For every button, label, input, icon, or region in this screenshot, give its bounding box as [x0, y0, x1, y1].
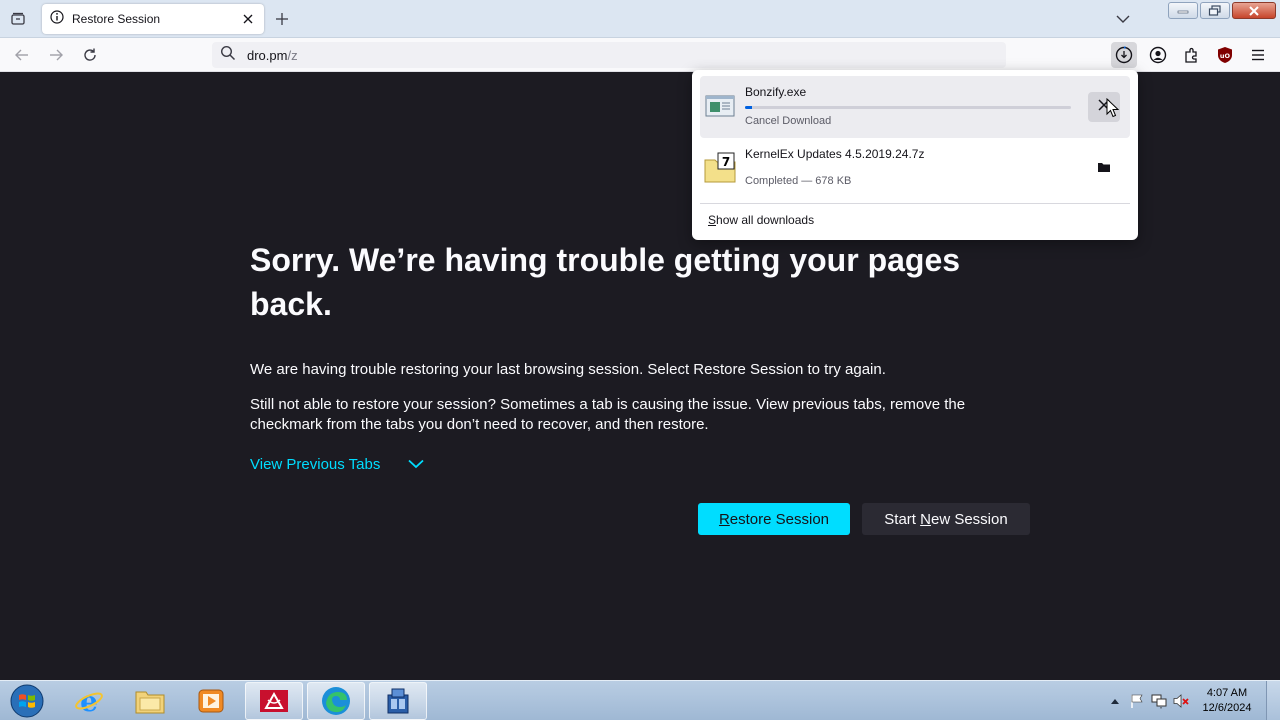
- view-previous-tabs-toggle[interactable]: View Previous Tabs: [250, 456, 424, 473]
- mouse-pointer-icon: [1106, 97, 1120, 123]
- clock-date: 12/6/2024: [1202, 702, 1252, 714]
- archive-7z-icon: 7: [704, 152, 736, 184]
- hamburger-menu-icon[interactable]: [1245, 42, 1271, 68]
- svg-text:7: 7: [722, 155, 730, 169]
- file-explorer-icon[interactable]: [121, 682, 179, 720]
- tab-bar: Restore Session: [0, 0, 1280, 38]
- new-session-label-post: ew Session: [930, 510, 1008, 528]
- navigation-toolbar: dro.pm/z uO: [0, 38, 1280, 72]
- acrobat-icon[interactable]: [245, 682, 303, 720]
- info-icon: [50, 9, 64, 29]
- download-status: Cancel Download: [745, 115, 832, 127]
- forward-arrow-icon[interactable]: [44, 43, 68, 67]
- view-previous-tabs-label: View Previous Tabs: [250, 456, 381, 473]
- executable-file-icon: [704, 90, 736, 122]
- download-status: Completed — 678 KB: [745, 175, 852, 187]
- download-filename: KernelEx Updates 4.5.2019.24.7z: [745, 147, 925, 161]
- url-bar[interactable]: dro.pm/z: [212, 42, 1006, 68]
- new-tab-plus-icon[interactable]: [272, 9, 292, 29]
- page-title: Sorry. We’re having trouble getting your…: [250, 242, 961, 322]
- downloads-panel: Bonzify.exe Cancel Download 7 KernelEx U…: [692, 70, 1138, 240]
- minimize-button[interactable]: [1168, 2, 1198, 19]
- restore-accesskey: R: [718, 510, 730, 528]
- clock[interactable]: 4:07 AM 12/6/2024: [1192, 686, 1262, 716]
- downloads-button[interactable]: [1111, 42, 1137, 68]
- new-session-accesskey: N: [920, 510, 931, 528]
- restore-down-button[interactable]: [1200, 2, 1230, 19]
- tab-restore-session[interactable]: Restore Session: [42, 4, 264, 34]
- list-all-tabs-icon[interactable]: [6, 7, 30, 31]
- reload-icon[interactable]: [78, 43, 102, 67]
- restore-label-post: estore Session: [729, 510, 830, 528]
- show-in-folder-button[interactable]: [1088, 154, 1120, 184]
- ublock-origin-icon[interactable]: uO: [1212, 42, 1238, 68]
- tab-title: Restore Session: [72, 12, 161, 26]
- help-paragraph: Still not able to restore your session? …: [250, 396, 966, 433]
- show-desktop-button[interactable]: [1266, 681, 1280, 720]
- network-icon[interactable]: [1148, 690, 1170, 712]
- download-filename: Bonzify.exe: [745, 85, 807, 99]
- system-tray: 4:07 AM 12/6/2024: [1104, 681, 1280, 720]
- show-hidden-icons-icon[interactable]: [1104, 690, 1126, 712]
- download-item[interactable]: Bonzify.exe Cancel Download: [700, 76, 1130, 138]
- url-host: dro.pm: [247, 47, 288, 63]
- folder-icon: [1097, 160, 1111, 178]
- new-session-label-pre: Start: [884, 510, 921, 528]
- download-item[interactable]: 7 KernelEx Updates 4.5.2019.24.7z Comple…: [700, 138, 1130, 200]
- close-window-button[interactable]: [1232, 2, 1276, 19]
- show-all-label: how all downloads: [716, 213, 815, 227]
- svg-text:uO: uO: [1220, 52, 1231, 60]
- search-icon: [220, 45, 236, 66]
- window-controls: [1168, 2, 1276, 19]
- volume-muted-icon[interactable]: [1170, 690, 1192, 712]
- start-button[interactable]: [8, 683, 46, 719]
- download-progress-fill: [745, 106, 752, 109]
- taskbar: e 4:07 AM 12/6/2024: [0, 680, 1280, 720]
- internet-explorer-icon[interactable]: e: [60, 682, 118, 720]
- extensions-icon[interactable]: [1179, 42, 1205, 68]
- account-icon[interactable]: [1145, 42, 1171, 68]
- show-all-downloads-link[interactable]: Show all downloads: [708, 213, 814, 227]
- app-icon[interactable]: [369, 682, 427, 720]
- chevron-down-icon: [408, 456, 424, 473]
- download-progress-bar: [745, 106, 1071, 109]
- chevron-down-icon[interactable]: [1113, 10, 1133, 28]
- start-new-session-button[interactable]: Start New Session: [862, 503, 1030, 535]
- url-text: dro.pm/z: [247, 48, 298, 63]
- svg-text:e: e: [80, 686, 98, 716]
- action-center-flag-icon[interactable]: [1126, 690, 1148, 712]
- description-paragraph: We are having trouble restoring your las…: [250, 361, 886, 378]
- url-path: /z: [287, 47, 298, 63]
- media-player-icon[interactable]: [182, 682, 240, 720]
- tab-close-icon[interactable]: [240, 11, 256, 27]
- divider: [700, 203, 1130, 204]
- edge-icon[interactable]: [307, 682, 365, 720]
- show-all-accesskey: S: [708, 213, 717, 227]
- back-arrow-icon[interactable]: [10, 43, 34, 67]
- restore-session-button[interactable]: Restore Session: [698, 503, 850, 535]
- clock-time: 4:07 AM: [1206, 687, 1248, 699]
